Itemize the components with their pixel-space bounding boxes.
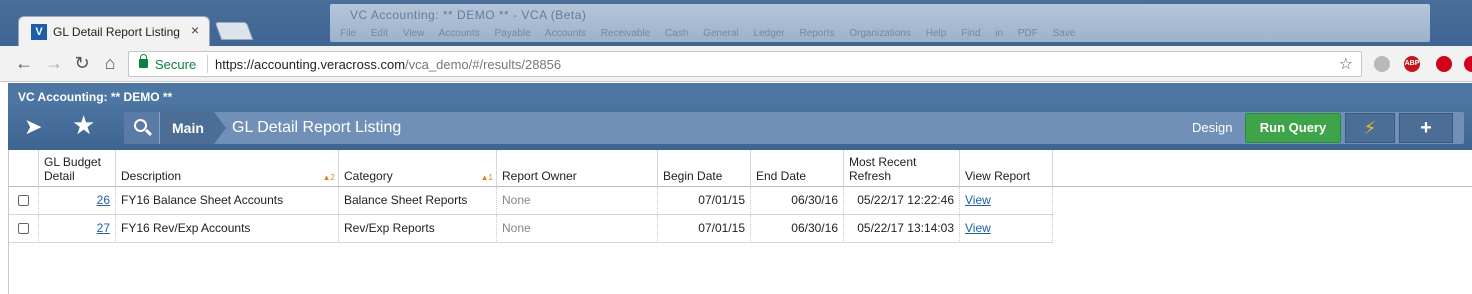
view-report-cell: View bbox=[960, 187, 1053, 215]
browser-tab[interactable]: V GL Detail Report Listing × bbox=[18, 16, 210, 46]
view-report-link[interactable]: View bbox=[965, 221, 991, 235]
new-tab-button[interactable] bbox=[214, 22, 254, 40]
background-window-menu: File Edit View Accounts Payable Accounts… bbox=[340, 28, 1076, 39]
report-owner-cell: None bbox=[497, 215, 658, 243]
sort-order-indicator: ▲2 bbox=[322, 173, 335, 182]
column-header-most-recent-refresh[interactable]: Most Recent Refresh bbox=[844, 150, 960, 187]
results-grid: GL Budget Detail Description ▲2 Category … bbox=[8, 150, 1472, 294]
category-cell: Balance Sheet Reports bbox=[339, 187, 497, 215]
breadcrumb: Main GL Detail Report Listing Design Run… bbox=[124, 112, 1464, 144]
url-text[interactable]: https://accounting.veracross.com/vca_dem… bbox=[215, 57, 561, 72]
column-header-label: View Report bbox=[965, 169, 1031, 183]
home-icon[interactable]: ⌂ bbox=[98, 52, 122, 76]
url-divider bbox=[207, 55, 208, 73]
header-line: Most Recent bbox=[849, 155, 917, 169]
close-tab-icon[interactable]: × bbox=[191, 22, 199, 38]
most-recent-refresh-cell: 05/22/17 13:14:03 bbox=[844, 215, 960, 243]
back-arrow-icon[interactable]: ← bbox=[12, 52, 36, 76]
reload-icon[interactable]: ↻ bbox=[70, 52, 94, 76]
design-link[interactable]: Design bbox=[1192, 112, 1232, 144]
column-header-label: GL Budget Detail bbox=[44, 155, 101, 183]
most-recent-refresh-cell: 05/22/17 12:22:46 bbox=[844, 187, 960, 215]
forward-arrow-icon[interactable]: → bbox=[42, 52, 66, 76]
column-header-label: End Date bbox=[756, 169, 807, 183]
select-all-header bbox=[9, 150, 39, 187]
description-cell: FY16 Rev/Exp Accounts bbox=[116, 215, 339, 243]
bookmark-star-icon[interactable]: ☆ bbox=[1339, 54, 1353, 74]
begin-date-cell: 07/01/15 bbox=[658, 187, 751, 215]
row-checkbox[interactable] bbox=[18, 195, 29, 206]
lightning-bolt-icon[interactable]: ⚡ bbox=[1345, 113, 1395, 143]
lock-icon bbox=[139, 54, 148, 68]
row-select-cell bbox=[9, 215, 39, 243]
adblock-plus-icon[interactable]: ABP bbox=[1404, 56, 1420, 72]
rocket-icon[interactable]: ➤ bbox=[24, 114, 42, 140]
sort-order-number: 1 bbox=[488, 173, 493, 182]
category-cell: Rev/Exp Reports bbox=[339, 215, 497, 243]
header-line: Detail bbox=[44, 169, 75, 183]
app-title: VC Accounting: ** DEMO ** bbox=[18, 90, 173, 104]
column-header-report-owner[interactable]: Report Owner bbox=[497, 150, 658, 187]
end-date-cell: 06/30/16 bbox=[751, 187, 844, 215]
table-row[interactable]: 26 FY16 Balance Sheet Accounts Balance S… bbox=[9, 187, 1053, 215]
header-line: GL Budget bbox=[44, 155, 101, 169]
breadcrumb-main[interactable]: Main bbox=[160, 112, 226, 144]
background-window-titlebar: VC Accounting: ** DEMO ** - VCA (Beta) F… bbox=[330, 4, 1430, 42]
gl-budget-detail-link[interactable]: 26 bbox=[97, 193, 110, 207]
opera-extension-icon[interactable] bbox=[1436, 56, 1452, 72]
gl-budget-detail-cell: 26 bbox=[39, 187, 116, 215]
end-date-cell: 06/30/16 bbox=[751, 215, 844, 243]
column-header-begin-date[interactable]: Begin Date bbox=[658, 150, 751, 187]
column-header-label: Report Owner bbox=[502, 169, 577, 183]
table-row[interactable]: 27 FY16 Rev/Exp Accounts Rev/Exp Reports… bbox=[9, 215, 1053, 243]
column-header-label: Begin Date bbox=[663, 169, 723, 183]
search-button[interactable] bbox=[124, 112, 160, 144]
view-report-link[interactable]: View bbox=[965, 193, 991, 207]
page-title: GL Detail Report Listing bbox=[232, 119, 402, 136]
view-report-cell: View bbox=[960, 215, 1053, 243]
column-header-end-date[interactable]: End Date bbox=[751, 150, 844, 187]
report-owner-cell: None bbox=[497, 187, 658, 215]
run-query-button[interactable]: Run Query bbox=[1245, 113, 1341, 143]
app-nav-bar: ➤ ★ Main GL Detail Report Listing Design… bbox=[8, 104, 1472, 150]
row-select-cell bbox=[9, 187, 39, 215]
address-bar[interactable]: Secure https://accounting.veracross.com/… bbox=[128, 51, 1362, 77]
sort-order-number: 2 bbox=[330, 173, 335, 182]
search-icon-handle bbox=[144, 128, 153, 137]
column-header-label: Most Recent Refresh bbox=[849, 155, 916, 183]
begin-date-cell: 07/01/15 bbox=[658, 215, 751, 243]
extension-puzzle-icon[interactable] bbox=[1374, 56, 1390, 72]
browser-toolbar: ← → ↻ ⌂ Secure https://accounting.veracr… bbox=[0, 46, 1472, 82]
add-button[interactable]: + bbox=[1399, 113, 1453, 143]
browser-tabstrip: VC Accounting: ** DEMO ** - VCA (Beta) F… bbox=[0, 0, 1472, 46]
secure-label: Secure bbox=[155, 57, 197, 72]
column-header-label: Description bbox=[121, 169, 182, 183]
column-header-view-report[interactable]: View Report bbox=[960, 150, 1053, 187]
extension-icon[interactable] bbox=[1464, 56, 1472, 72]
url-base: https://accounting.veracross.com bbox=[215, 57, 406, 72]
column-header-description[interactable]: Description ▲2 bbox=[116, 150, 339, 187]
gl-budget-detail-link[interactable]: 27 bbox=[97, 221, 110, 235]
description-cell: FY16 Balance Sheet Accounts bbox=[116, 187, 339, 215]
sort-order-indicator: ▲1 bbox=[480, 173, 493, 182]
row-checkbox[interactable] bbox=[18, 223, 29, 234]
column-header-label: Category bbox=[344, 169, 393, 183]
veracross-logo-icon: V bbox=[31, 24, 47, 40]
header-filler bbox=[1053, 150, 1472, 187]
background-window-title: VC Accounting: ** DEMO ** - VCA (Beta) bbox=[350, 8, 587, 22]
column-header-gl-budget-detail[interactable]: GL Budget Detail bbox=[39, 150, 116, 187]
favorites-star-icon[interactable]: ★ bbox=[72, 110, 95, 141]
column-header-category[interactable]: Category ▲1 bbox=[339, 150, 497, 187]
gl-budget-detail-cell: 27 bbox=[39, 215, 116, 243]
header-line: Refresh bbox=[849, 169, 892, 183]
url-path: /vca_demo/#/results/28856 bbox=[405, 57, 562, 72]
browser-tab-title: GL Detail Report Listing bbox=[53, 25, 180, 39]
